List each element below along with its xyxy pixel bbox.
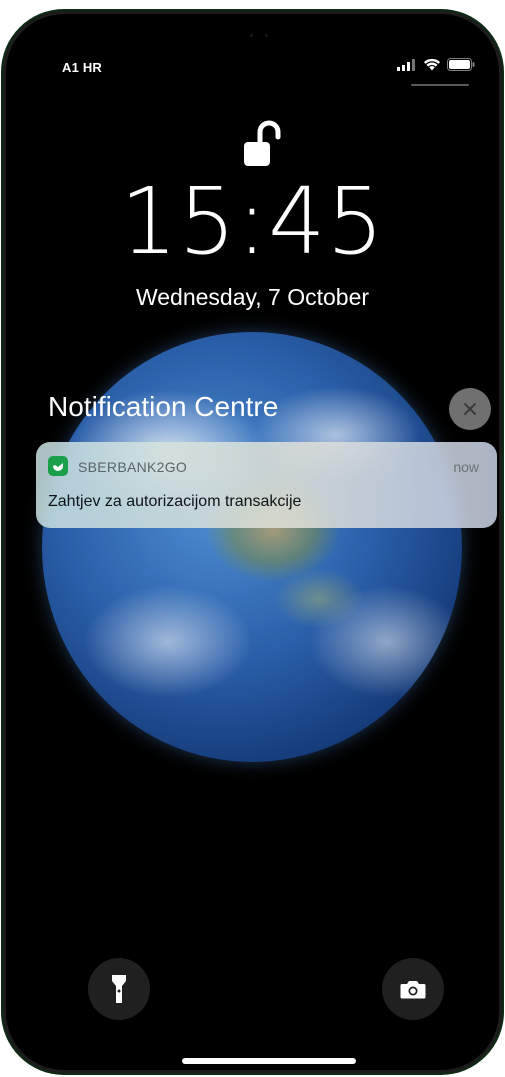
cellular-signal-icon (397, 58, 415, 71)
unlocked-padlock-icon (244, 120, 281, 166)
carrier-label: A1 HR (62, 60, 103, 75)
clear-notifications-button[interactable] (449, 388, 491, 430)
flashlight-button[interactable] (88, 958, 150, 1020)
lock-screen-time: 15:45 (120, 168, 385, 275)
notification-centre-title: Notification Centre (48, 391, 279, 422)
flashlight-icon (112, 975, 126, 1003)
camera-icon (400, 981, 426, 999)
lock-screen-date: Wednesday, 7 October (135, 284, 370, 310)
battery-icon (447, 58, 475, 71)
sberbank-app-icon (48, 456, 68, 476)
close-icon (464, 403, 476, 415)
notification-time: now (453, 459, 479, 475)
notification-card[interactable]: SBERBANK2GO now Zahtjev za autorizacijom… (36, 442, 497, 528)
control-centre-indicator[interactable] (411, 84, 469, 86)
status-icons (397, 58, 475, 71)
home-indicator[interactable] (182, 1058, 356, 1064)
camera-button[interactable] (382, 958, 444, 1020)
wifi-icon (424, 58, 440, 71)
front-sensors (250, 34, 268, 38)
notification-body: Zahtjev za autorizacijom transakcije (48, 493, 302, 510)
phone-lock-screen: A1 HR 15:45 Wednesday, 7 October Notific… (6, 14, 499, 1070)
notification-app-name: SBERBANK2GO (78, 459, 188, 475)
